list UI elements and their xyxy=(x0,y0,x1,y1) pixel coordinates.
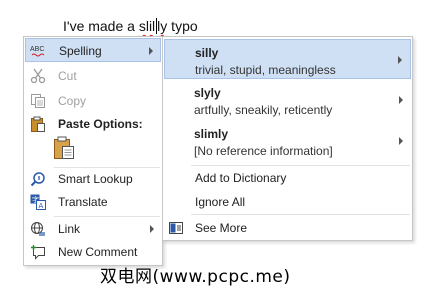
menu-item-label: Translate xyxy=(58,195,108,209)
menu-item-label: Spelling xyxy=(59,44,102,58)
submenu-arrow-icon xyxy=(149,47,153,55)
menu-item-copy[interactable]: Copy xyxy=(25,89,161,113)
menu-item-label: Cut xyxy=(58,69,77,83)
submenu-arrow-icon xyxy=(150,225,154,233)
book-icon xyxy=(168,220,184,236)
globe-link-icon xyxy=(29,220,47,238)
submenu-arrow-icon xyxy=(399,137,403,145)
menu-item-label: See More xyxy=(195,221,248,235)
misspelled-word[interactable]: slil ly xyxy=(139,18,167,34)
spelling-submenu: silly trivial, stupid, meaningless slyly… xyxy=(162,36,413,241)
menu-item-label: New Comment xyxy=(58,245,138,259)
menu-item-paste-options: Paste Options: xyxy=(25,112,161,136)
suggestion-word: slimly xyxy=(194,127,229,141)
submenu-arrow-icon xyxy=(398,56,402,64)
menu-separator xyxy=(191,214,410,215)
ignore-all-item[interactable]: Ignore All xyxy=(164,191,411,213)
menu-item-label: Link xyxy=(58,222,81,236)
menu-item-spelling[interactable]: ABC Spelling xyxy=(25,38,161,62)
suggestion-description: trivial, stupid, meaningless xyxy=(195,63,336,77)
suggestion-word: slyly xyxy=(194,86,221,100)
clipboard-icon xyxy=(29,115,47,133)
add-to-dictionary-item[interactable]: Add to Dictionary xyxy=(164,167,411,189)
document-text-before: I've made a xyxy=(63,18,139,34)
see-more-item[interactable]: See More xyxy=(164,217,411,239)
menu-item-smart-lookup[interactable]: Smart Lookup xyxy=(25,167,161,191)
suggestion-slyly[interactable]: slyly artfully, sneakily, reticently xyxy=(164,80,411,120)
menu-item-label: Ignore All xyxy=(195,195,246,209)
suggestion-word: silly xyxy=(195,46,219,60)
watermark-text: 双电网(www.pcpc.me) xyxy=(100,267,291,287)
search-icon xyxy=(29,170,47,188)
translate-icon: 字A xyxy=(29,193,47,211)
menu-item-label: Add to Dictionary xyxy=(195,171,287,185)
submenu-arrow-icon xyxy=(399,96,403,104)
suggestion-description: artfully, sneakily, reticently xyxy=(194,103,333,117)
menu-item-label: Copy xyxy=(58,94,87,108)
document-text-after: typo xyxy=(167,18,198,34)
menu-item-label: Paste Options: xyxy=(58,117,143,131)
suggestion-description: [No reference information] xyxy=(194,144,333,158)
svg-text:ABC: ABC xyxy=(30,46,44,53)
spelling-abc-icon: ABC xyxy=(30,42,48,60)
menu-item-cut[interactable]: Cut xyxy=(25,64,161,88)
menu-separator xyxy=(191,165,410,166)
menu-item-link[interactable]: Link xyxy=(25,217,161,241)
new-comment-icon xyxy=(29,243,47,261)
document-text-line[interactable]: I've made a slil ly typo xyxy=(63,18,198,34)
scissors-icon xyxy=(29,67,47,85)
menu-item-new-comment[interactable]: New Comment xyxy=(25,240,161,264)
context-menu: ABC Spelling Cut Copy Paste Options: Sma… xyxy=(23,36,163,266)
copy-icon xyxy=(29,92,47,110)
svg-text:A: A xyxy=(39,202,44,210)
paste-keep-formatting-button[interactable] xyxy=(52,135,80,163)
menu-item-label: Smart Lookup xyxy=(58,172,133,186)
menu-item-translate[interactable]: 字A Translate xyxy=(25,190,161,214)
suggestion-silly[interactable]: silly trivial, stupid, meaningless xyxy=(164,39,411,79)
suggestion-slimly[interactable]: slimly [No reference information] xyxy=(164,121,411,161)
